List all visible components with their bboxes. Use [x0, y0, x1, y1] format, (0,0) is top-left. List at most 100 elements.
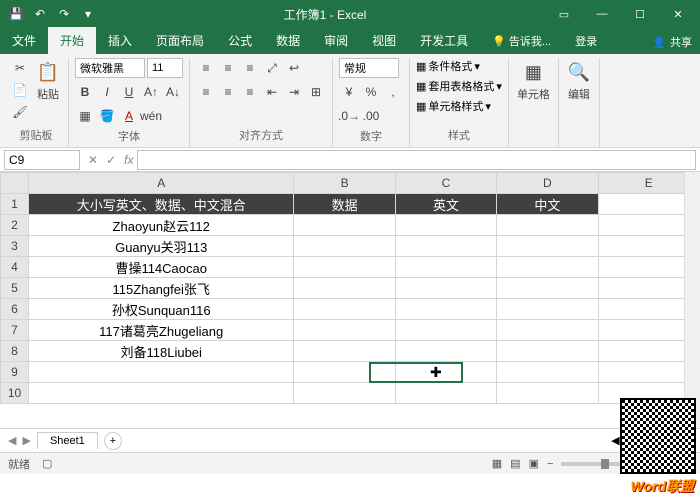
macro-rec-icon[interactable]: ▢ — [42, 457, 52, 470]
group-clipboard: 剪贴板 — [10, 125, 62, 145]
fill-color-icon[interactable]: 🪣 — [97, 106, 117, 126]
underline-button[interactable]: U — [119, 82, 139, 102]
ribbon-options-icon[interactable]: ▭ — [546, 2, 582, 26]
sheet-tab[interactable]: Sheet1 — [37, 432, 98, 449]
orient-icon[interactable]: ⤢ — [262, 58, 282, 78]
tab-data[interactable]: 数据 — [264, 27, 312, 54]
qat-more-icon[interactable]: ▾ — [80, 6, 96, 22]
row-6[interactable]: 6 — [1, 299, 29, 320]
cond-format-button[interactable]: ▦ 条件格式 ▾ — [416, 58, 480, 74]
copy-icon[interactable]: 📄 — [10, 80, 30, 100]
cancel-fx-icon[interactable]: ✕ — [84, 153, 102, 167]
group-font: 字体 — [75, 126, 183, 146]
window-title: 工作簿1 - Excel — [104, 6, 546, 23]
wrap-icon[interactable]: ↩ — [284, 58, 304, 78]
editing-button[interactable]: 🔍编辑 — [565, 58, 593, 104]
phonetic-icon[interactable]: wén — [141, 106, 161, 126]
undo-icon[interactable]: ↶ — [32, 6, 48, 22]
currency-icon[interactable]: ¥ — [339, 82, 359, 102]
bold-button[interactable]: B — [75, 82, 95, 102]
tab-insert[interactable]: 插入 — [96, 27, 144, 54]
formula-bar[interactable] — [137, 150, 696, 170]
horizontal-scrollbar[interactable]: ◀▶ — [128, 434, 692, 448]
qr-code-overlay — [620, 398, 696, 474]
font-select[interactable]: 微软雅黑 — [75, 58, 145, 78]
grow-font-icon[interactable]: A↑ — [141, 82, 161, 102]
fx-icon[interactable]: fx — [120, 153, 137, 167]
group-number: 数字 — [339, 126, 403, 146]
maximize-icon[interactable]: ☐ — [622, 2, 658, 26]
col-D[interactable]: D — [497, 173, 598, 194]
cell-style-button[interactable]: ▦ 单元格样式 ▾ — [416, 98, 491, 114]
row-7[interactable]: 7 — [1, 320, 29, 341]
merge-icon[interactable]: ⊞ — [306, 82, 326, 102]
status-ready: 就绪 — [8, 456, 30, 472]
tab-review[interactable]: 审阅 — [312, 27, 360, 54]
spreadsheet-grid[interactable]: A B C D E 1大小写英文、数据、中文混合数据英文中文 2Zhaoyun赵… — [0, 172, 700, 404]
col-A[interactable]: A — [29, 173, 294, 194]
row-3[interactable]: 3 — [1, 236, 29, 257]
align-left-icon[interactable]: ≡ — [196, 82, 216, 102]
number-format-select[interactable]: 常规 — [339, 58, 399, 78]
row-1[interactable]: 1 — [1, 194, 29, 215]
view-layout-icon[interactable]: ▤ — [510, 457, 520, 470]
align-mid-icon[interactable]: ≡ — [218, 58, 238, 78]
row-8[interactable]: 8 — [1, 341, 29, 362]
watermark: Word联盟 — [630, 476, 694, 496]
tab-dev[interactable]: 开发工具 — [408, 27, 480, 54]
cut-icon[interactable]: ✂ — [10, 58, 30, 78]
close-icon[interactable]: ✕ — [660, 2, 696, 26]
tab-home[interactable]: 开始 — [48, 27, 96, 54]
login-button[interactable]: 登录 — [563, 28, 609, 54]
tab-layout[interactable]: 页面布局 — [144, 27, 216, 54]
italic-button[interactable]: I — [97, 82, 117, 102]
name-box[interactable]: C9 — [4, 150, 80, 170]
align-top-icon[interactable]: ≡ — [196, 58, 216, 78]
dec-decimal-icon[interactable]: .00 — [361, 106, 381, 126]
format-painter-icon[interactable]: 🖌 — [10, 102, 30, 122]
inc-decimal-icon[interactable]: .0→ — [339, 106, 359, 126]
paste-button[interactable]: 📋 粘贴 — [34, 58, 62, 104]
view-break-icon[interactable]: ▣ — [529, 457, 539, 470]
table-format-button[interactable]: ▦ 套用表格格式 ▾ — [416, 78, 502, 94]
comma-icon[interactable]: , — [383, 82, 403, 102]
shrink-font-icon[interactable]: A↓ — [163, 82, 183, 102]
align-right-icon[interactable]: ≡ — [240, 82, 260, 102]
share-button[interactable]: 👤 共享 — [644, 30, 700, 54]
row-4[interactable]: 4 — [1, 257, 29, 278]
zoom-out-icon[interactable]: − — [547, 458, 553, 470]
vertical-scrollbar[interactable] — [684, 172, 700, 428]
row-5[interactable]: 5 — [1, 278, 29, 299]
group-align: 对齐方式 — [196, 125, 326, 145]
accept-fx-icon[interactable]: ✓ — [102, 153, 120, 167]
sheet-nav-next[interactable]: ▶ — [22, 434, 30, 447]
indent-inc-icon[interactable]: ⇥ — [284, 82, 304, 102]
row-2[interactable]: 2 — [1, 215, 29, 236]
redo-icon[interactable]: ↷ — [56, 6, 72, 22]
sheet-nav-prev[interactable]: ◀ — [8, 434, 16, 447]
indent-dec-icon[interactable]: ⇤ — [262, 82, 282, 102]
paste-icon: 📋 — [36, 60, 60, 84]
size-select[interactable]: 11 — [147, 58, 183, 78]
view-normal-icon[interactable]: ▦ — [492, 457, 502, 470]
border-icon[interactable]: ▦ — [75, 106, 95, 126]
percent-icon[interactable]: % — [361, 82, 381, 102]
tab-file[interactable]: 文件 — [0, 27, 48, 54]
tell-me[interactable]: 💡 告诉我... — [480, 28, 563, 54]
tab-view[interactable]: 视图 — [360, 27, 408, 54]
editing-icon: 🔍 — [567, 60, 591, 84]
row-9[interactable]: 9 — [1, 362, 29, 383]
align-bot-icon[interactable]: ≡ — [240, 58, 260, 78]
col-B[interactable]: B — [294, 173, 395, 194]
tab-formula[interactable]: 公式 — [216, 27, 264, 54]
row-10[interactable]: 10 — [1, 383, 29, 404]
select-all-corner[interactable] — [1, 173, 29, 194]
save-icon[interactable]: 💾 — [8, 6, 24, 22]
cells-button[interactable]: ▦单元格 — [515, 58, 552, 104]
align-center-icon[interactable]: ≡ — [218, 82, 238, 102]
minimize-icon[interactable]: — — [584, 2, 620, 26]
add-sheet-button[interactable]: + — [104, 432, 122, 450]
group-styles: 样式 — [416, 125, 502, 145]
col-C[interactable]: C — [395, 173, 496, 194]
font-color-icon[interactable]: A — [119, 106, 139, 126]
